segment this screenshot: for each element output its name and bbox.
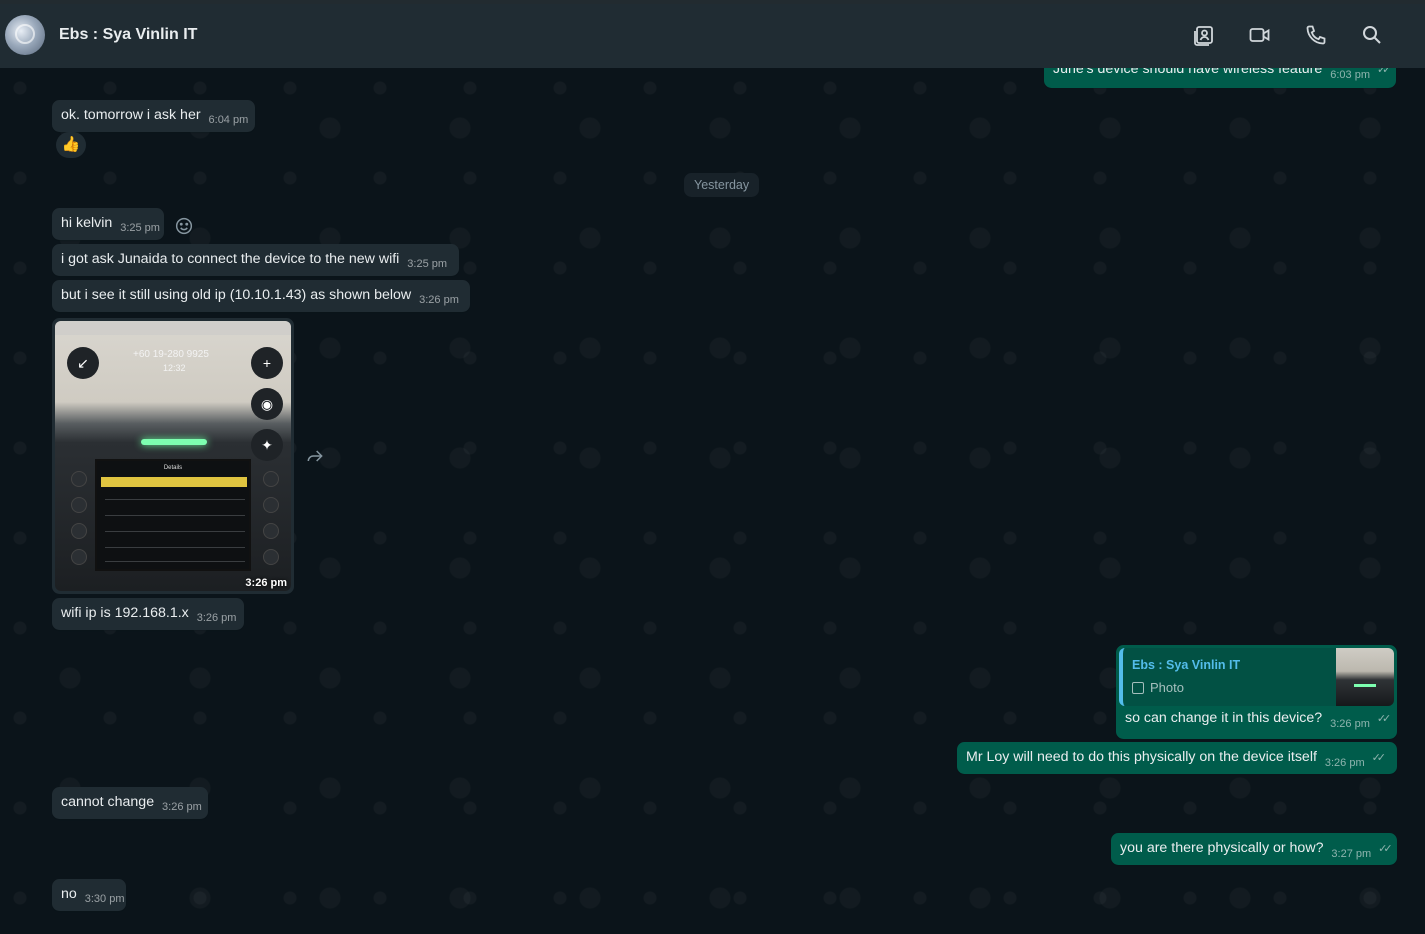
camera-icon: ◉ [251, 388, 283, 420]
message-text: but i see it still using old ip (10.10.1… [61, 287, 412, 303]
message-text: no [61, 886, 77, 902]
chat-header: Ebs : Sya Vinlin IT [0, 4, 1425, 68]
message-time: 3:26 pm [196, 612, 237, 624]
chat-title[interactable]: Ebs : Sya Vinlin IT [59, 26, 197, 44]
message-in[interactable]: no 3:30 pm [52, 879, 126, 911]
message-time: 3:25 pm [407, 258, 448, 270]
message-in[interactable]: ok. tomorrow i ask her 6:04 pm [52, 100, 255, 132]
message-text: June's device should have wireless featu… [1053, 68, 1323, 77]
read-ticks-icon: ✓✓ [1371, 752, 1387, 764]
message-text: you are there physically or how? [1120, 840, 1324, 856]
magic-wand-icon: ✦ [251, 429, 283, 461]
device-screen: Details [95, 459, 251, 571]
device-key [71, 549, 87, 565]
message-text: so can change it in this device? [1125, 710, 1323, 726]
message-in[interactable]: cannot change 3:26 pm [52, 787, 208, 819]
message-in[interactable]: hi kelvin 3:25 pm [52, 208, 164, 240]
message-time: 3:26 pm [245, 577, 287, 589]
message-out-reply[interactable]: Ebs : Sya Vinlin IT Photo so can change … [1116, 645, 1397, 739]
photo-call-time: 12:32 [163, 363, 186, 373]
emoji-reaction-icon[interactable] [173, 215, 195, 237]
message-text: cannot change [61, 794, 155, 810]
message-out[interactable]: Mr Loy will need to do this physically o… [957, 742, 1397, 774]
message-body: so can change it in this device? 3:26 pm… [1125, 709, 1392, 730]
screen-highlight-row [101, 477, 247, 487]
photo-status-bar [55, 321, 291, 335]
device-screen-title: Details [163, 465, 183, 471]
device-key [71, 497, 87, 513]
photo-phone-number: +60 19-280 9925 [133, 349, 209, 360]
chat-area[interactable]: June's device should have wireless featu… [0, 68, 1425, 934]
message-time: 3:30 pm [84, 893, 125, 905]
device-led [141, 439, 207, 445]
message-in[interactable]: but i see it still using old ip (10.10.1… [52, 280, 470, 312]
message-text: wifi ip is 192.168.1.x [61, 605, 189, 621]
photo-icon [1132, 682, 1144, 694]
message-in[interactable]: wifi ip is 192.168.1.x 3:26 pm [52, 598, 244, 630]
device-key [263, 471, 279, 487]
message-text: i got ask Junaida to connect the device … [61, 251, 400, 267]
device-key [263, 497, 279, 513]
quoted-type-label: Photo [1150, 680, 1184, 695]
message-time: 3:25 pm [120, 222, 160, 234]
date-divider: Yesterday [684, 173, 760, 197]
message-out[interactable]: June's device should have wireless featu… [1044, 68, 1396, 88]
search-icon[interactable] [1360, 23, 1384, 47]
read-ticks-icon: ✓✓ [1376, 713, 1392, 725]
message-text: hi kelvin [61, 215, 113, 231]
message-time: 3:26 pm [419, 294, 459, 306]
device-key [71, 471, 87, 487]
forward-icon[interactable] [305, 446, 325, 466]
add-person-icon: + [251, 347, 283, 379]
avatar[interactable] [5, 15, 45, 55]
contact-card-icon[interactable] [1192, 23, 1216, 47]
message-text: ok. tomorrow i ask her [61, 107, 201, 123]
screen-row [105, 531, 245, 532]
screen-row [105, 499, 245, 500]
device-key [71, 523, 87, 539]
quoted-thumbnail [1336, 648, 1394, 706]
quoted-type: Photo [1132, 678, 1184, 697]
minimize-icon: ↙ [67, 347, 99, 379]
message-time: 6:04 pm [208, 114, 249, 126]
voice-call-icon[interactable] [1304, 23, 1328, 47]
message-time: 3:26 pm [1330, 718, 1370, 730]
screen-row [105, 561, 245, 562]
message-text: Mr Loy will need to do this physically o… [966, 749, 1317, 765]
quoted-sender: Ebs : Sya Vinlin IT [1132, 658, 1241, 672]
message-in[interactable]: i got ask Junaida to connect the device … [52, 244, 459, 276]
photo-image[interactable]: +60 19-280 9925 12:32 ↙ + ◉ ✦ Details 3:… [55, 321, 291, 591]
device-key [263, 523, 279, 539]
read-ticks-icon: ✓✓ [1378, 843, 1393, 855]
reaction-badge[interactable]: 👍 [56, 132, 86, 158]
message-out[interactable]: you are there physically or how? 3:27 pm… [1111, 833, 1397, 865]
message-time: 3:26 pm [1324, 757, 1365, 769]
quoted-reply[interactable]: Ebs : Sya Vinlin IT Photo [1119, 648, 1394, 706]
message-time: 3:27 pm [1331, 848, 1372, 860]
device-key [263, 549, 279, 565]
message-time: 6:03 pm [1330, 69, 1370, 81]
video-call-icon[interactable] [1248, 23, 1272, 47]
photo-message[interactable]: +60 19-280 9925 12:32 ↙ + ◉ ✦ Details 3:… [52, 318, 294, 594]
screen-row [105, 547, 245, 548]
message-time: 3:26 pm [162, 801, 202, 813]
screen-row [105, 515, 245, 516]
read-ticks-icon: ✓✓ [1376, 68, 1392, 76]
